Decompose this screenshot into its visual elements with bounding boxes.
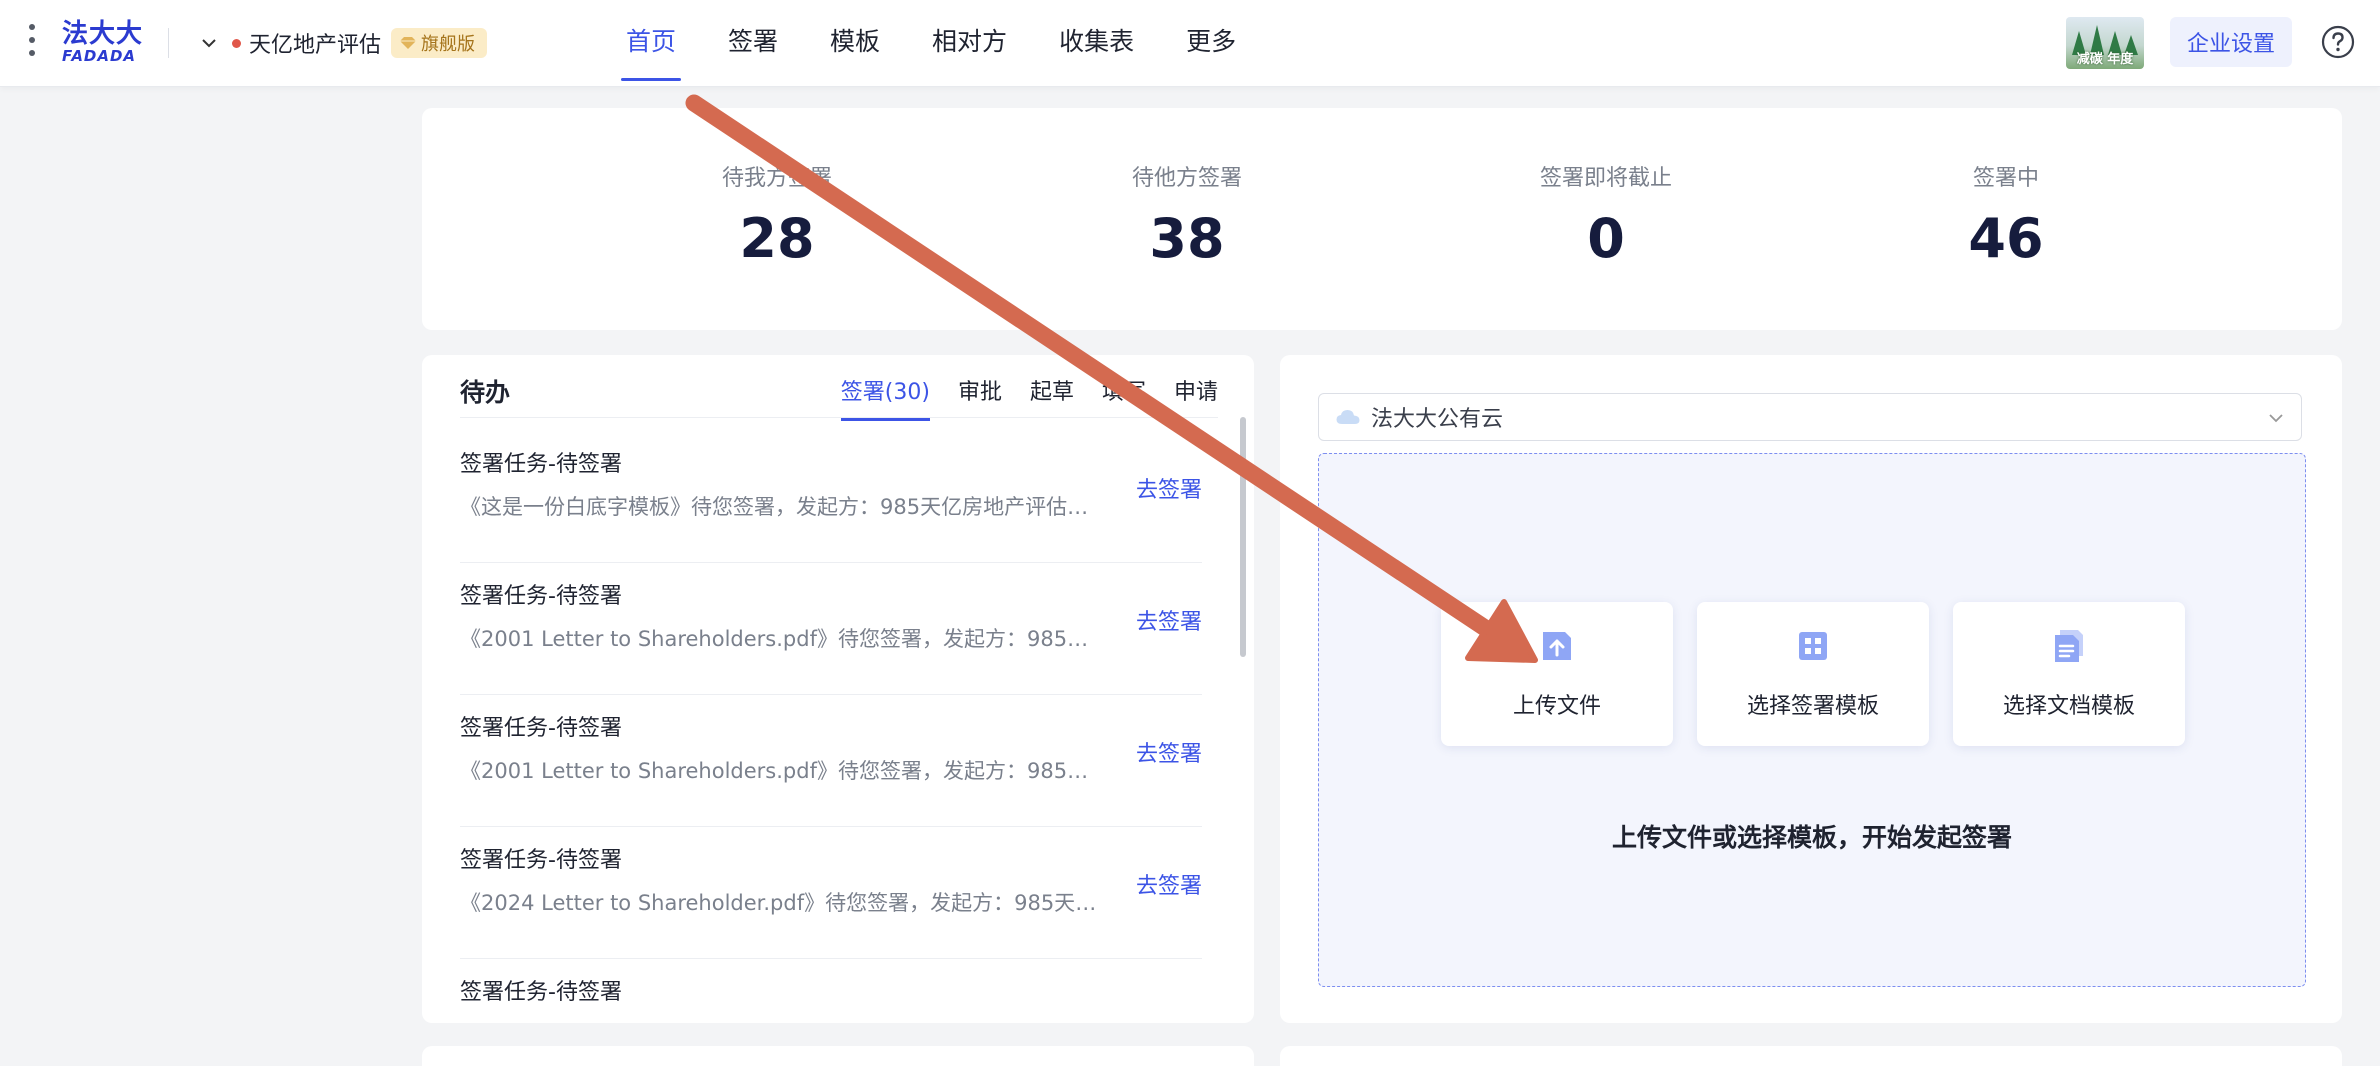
todo-item[interactable]: 签署任务-待签署 《2001 Letter to Shareholders.pd… [460, 563, 1202, 695]
nav-item-more[interactable]: 更多 [1160, 0, 1262, 87]
select-sign-template-label: 选择签署模板 [1746, 694, 1879, 719]
stat-value: 38 [1149, 207, 1225, 270]
go-sign-link[interactable]: 去签署 [1136, 739, 1202, 771]
nav-item-templates[interactable]: 模板 [804, 0, 906, 87]
upload-file-button[interactable]: 上传文件 [1441, 602, 1673, 746]
go-sign-link[interactable]: 去签署 [1136, 871, 1202, 903]
enterprise-settings-button[interactable]: 企业设置 [2170, 17, 2292, 67]
edition-badge: 旗舰版 [391, 28, 488, 58]
organization-switcher[interactable]: 天亿地产评估 旗舰版 [200, 26, 488, 60]
tab-approval[interactable]: 审批 [958, 371, 1002, 415]
go-sign-link[interactable]: 去签署 [1136, 475, 1202, 507]
stat-label: 待他方签署 [1131, 166, 1242, 191]
todo-item[interactable]: 签署任务-待签署 《2001 Letter to Shareholders.pd… [460, 695, 1202, 827]
launch-signing-card: 法大大公有云 上传文件 选择签署模板 选择文档模板 上传文件或选择模板，开始发起… [1280, 355, 2342, 1023]
todo-item[interactable]: 签署任务-待签署 《这是一份白底字模板》待您签署，发起方：985天亿房地产评估有… [460, 431, 1202, 563]
stat-in-progress[interactable]: 签署中 46 [1886, 160, 2126, 268]
todo-item-title: 签署任务-待签署 [460, 716, 622, 741]
cloud-icon [1336, 410, 1360, 424]
stat-value: 46 [1968, 207, 2044, 270]
tab-fill[interactable]: 填写 [1102, 371, 1146, 415]
upload-icon [1543, 632, 1571, 660]
todo-item-description: 《2001 Letter to Shareholders.pdf》待您签署，发起… [460, 627, 1100, 651]
todo-item-description: 《这是一份白底字模板》待您签署，发起方：985天亿房地产评估有限公司 [460, 495, 1100, 519]
todo-scrollbar-thumb[interactable] [1240, 417, 1246, 657]
cloud-selector-value: 法大大公有云 [1371, 407, 1504, 432]
stat-label: 待我方签署 [721, 166, 832, 191]
signing-stats-card: 待我方签署 28 待他方签署 38 签署即将截止 0 签署中 46 [422, 108, 2342, 330]
todo-item[interactable]: 签署任务-待签署 《2024 Letter to Shareholder.pdf… [460, 827, 1202, 959]
todo-item-title: 签署任务-待签署 [460, 584, 622, 609]
main-nav: 首页 签署 模板 相对方 收集表 更多 [600, 0, 1262, 87]
select-document-template-button[interactable]: 选择文档模板 [1953, 602, 2185, 746]
nav-item-home[interactable]: 首页 [600, 0, 702, 87]
edition-badge-label: 旗舰版 [421, 34, 476, 55]
todo-list: 签署任务-待签署 《这是一份白底字模板》待您签署，发起方：985天亿房地产评估有… [460, 431, 1202, 1023]
top-navigation-bar: 法大大 FADADA 天亿地产评估 旗舰版 首页 签署 模板 相对方 收集表 更… [0, 0, 2380, 87]
todo-card: 待办 签署(30) 审批 起草 填写 申请 签署任务-待签署 《这是一份白底字模… [422, 355, 1254, 1023]
tab-sign[interactable]: 签署(30) [840, 371, 931, 421]
todo-item-description: 《2024 Letter to Shareholder.pdf》待您签署，发起方… [460, 891, 1100, 915]
next-card-peek [422, 1046, 1254, 1066]
upload-dropzone[interactable]: 上传文件 选择签署模板 选择文档模板 上传文件或选择模板，开始发起签署 [1318, 453, 2306, 987]
document-template-icon [2055, 630, 2083, 662]
chevron-down-icon [2269, 414, 2283, 423]
fadada-logo[interactable]: 法大大 FADADA [62, 20, 144, 66]
todo-tabs: 签署(30) 审批 起草 填写 申请 [813, 371, 1218, 421]
promo-text: 减碳 年度 [2076, 52, 2134, 67]
header-divider [168, 28, 169, 58]
stat-pending-mine[interactable]: 待我方签署 28 [657, 160, 897, 268]
nav-item-counterparties[interactable]: 相对方 [906, 0, 1033, 87]
diamond-icon [400, 37, 417, 49]
tab-request[interactable]: 申请 [1174, 371, 1218, 415]
organization-name: 天亿地产评估 [249, 33, 382, 58]
stat-label: 签署中 [1972, 166, 2039, 191]
upload-file-label: 上传文件 [1512, 694, 1601, 719]
stat-value: 0 [1587, 207, 1625, 270]
chevron-down-icon [202, 39, 216, 48]
todo-item-title: 签署任务-待签署 [460, 452, 622, 477]
logo-text-cn: 法大大 [62, 19, 144, 49]
stat-pending-others[interactable]: 待他方签署 38 [1067, 160, 1307, 268]
org-status-dot [232, 38, 241, 48]
cloud-selector[interactable]: 法大大公有云 [1318, 393, 2302, 441]
todo-title: 待办 [460, 378, 511, 407]
todo-item-title: 签署任务-待签署 [460, 848, 622, 873]
more-vertical-icon[interactable] [26, 24, 38, 62]
next-card-peek [1280, 1046, 2342, 1066]
todo-item-title: 签署任务-待签署 [460, 980, 622, 1005]
grid-template-icon [1799, 632, 1827, 660]
select-document-template-label: 选择文档模板 [2002, 694, 2135, 719]
go-sign-link[interactable]: 去签署 [1136, 607, 1202, 639]
question-circle-icon[interactable] [2320, 24, 2356, 60]
promo-banner[interactable]: 减碳 年度 [2066, 17, 2144, 69]
select-sign-template-button[interactable]: 选择签署模板 [1697, 602, 1929, 746]
tab-draft[interactable]: 起草 [1030, 371, 1074, 415]
stat-value: 28 [739, 207, 815, 270]
nav-item-forms[interactable]: 收集表 [1033, 0, 1160, 87]
logo-text-en: FADADA [62, 47, 137, 65]
nav-item-sign[interactable]: 签署 [702, 0, 804, 87]
stat-expiring-soon[interactable]: 签署即将截止 0 [1486, 160, 1726, 268]
stat-label: 签署即将截止 [1539, 166, 1672, 191]
todo-item-description: 《2001 Letter to Shareholders.pdf》待您签署，发起… [460, 759, 1100, 783]
todo-item[interactable]: 签署任务-待签署 [460, 959, 1202, 1023]
todo-divider [460, 417, 1218, 418]
dropzone-hint: 上传文件或选择模板，开始发起签署 [1611, 823, 2012, 852]
